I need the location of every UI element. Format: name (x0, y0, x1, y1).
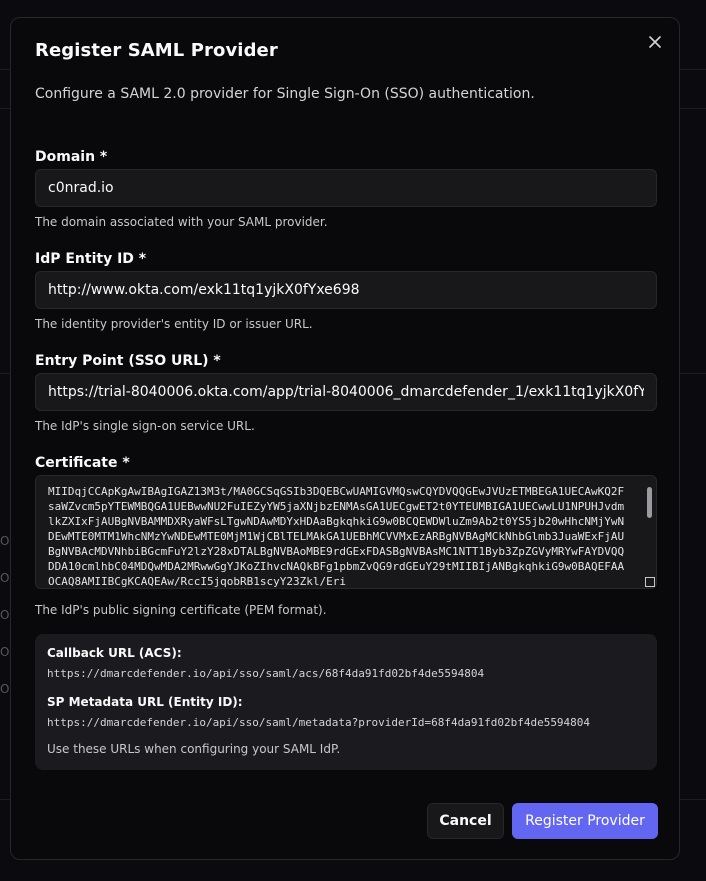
callback-url-label: Callback URL (ACS): (47, 646, 182, 660)
domain-help-text: The domain associated with your SAML pro… (35, 215, 328, 229)
background-text: On (0, 645, 10, 659)
entry-point-input[interactable] (35, 373, 657, 411)
resize-handle-icon[interactable] (645, 577, 655, 587)
dialog-description: Configure a SAML 2.0 provider for Single… (35, 86, 535, 102)
register-provider-button[interactable]: Register Provider (512, 803, 658, 839)
metadata-url-label: SP Metadata URL (Entity ID): (47, 695, 243, 709)
entity-id-label: IdP Entity ID * (35, 251, 147, 267)
metadata-url-value: https://dmarcdefender.io/api/sso/saml/me… (47, 716, 591, 729)
background-text: On (0, 608, 10, 622)
background-text: On (0, 571, 10, 585)
background-text: On (0, 534, 10, 548)
sp-urls-info-box: Callback URL (ACS): https://dmarcdefende… (35, 634, 657, 770)
entity-id-help-text: The identity provider's entity ID or iss… (35, 317, 313, 331)
domain-input[interactable] (35, 169, 657, 207)
domain-label: Domain * (35, 149, 108, 165)
entry-point-label: Entry Point (SSO URL) * (35, 353, 221, 369)
close-button[interactable] (647, 34, 663, 50)
certificate-textarea[interactable]: MIIDqjCCApKgAwIBAgIGAZ13M3t/MA0GCSqGSIb3… (35, 475, 657, 589)
register-saml-dialog: Register SAML Provider Configure a SAML … (10, 17, 680, 860)
close-icon (649, 36, 661, 48)
info-note: Use these URLs when configuring your SAM… (47, 742, 341, 756)
dialog-title: Register SAML Provider (35, 40, 278, 61)
cancel-button[interactable]: Cancel (427, 803, 504, 839)
certificate-scrollbar[interactable] (647, 487, 652, 518)
callback-url-value: https://dmarcdefender.io/api/sso/saml/ac… (47, 667, 485, 680)
entity-id-input[interactable] (35, 271, 657, 309)
background-text: On (0, 682, 10, 696)
entry-point-help-text: The IdP's single sign-on service URL. (35, 419, 255, 433)
certificate-label: Certificate * (35, 455, 130, 471)
certificate-help-text: The IdP's public signing certificate (PE… (35, 603, 327, 617)
